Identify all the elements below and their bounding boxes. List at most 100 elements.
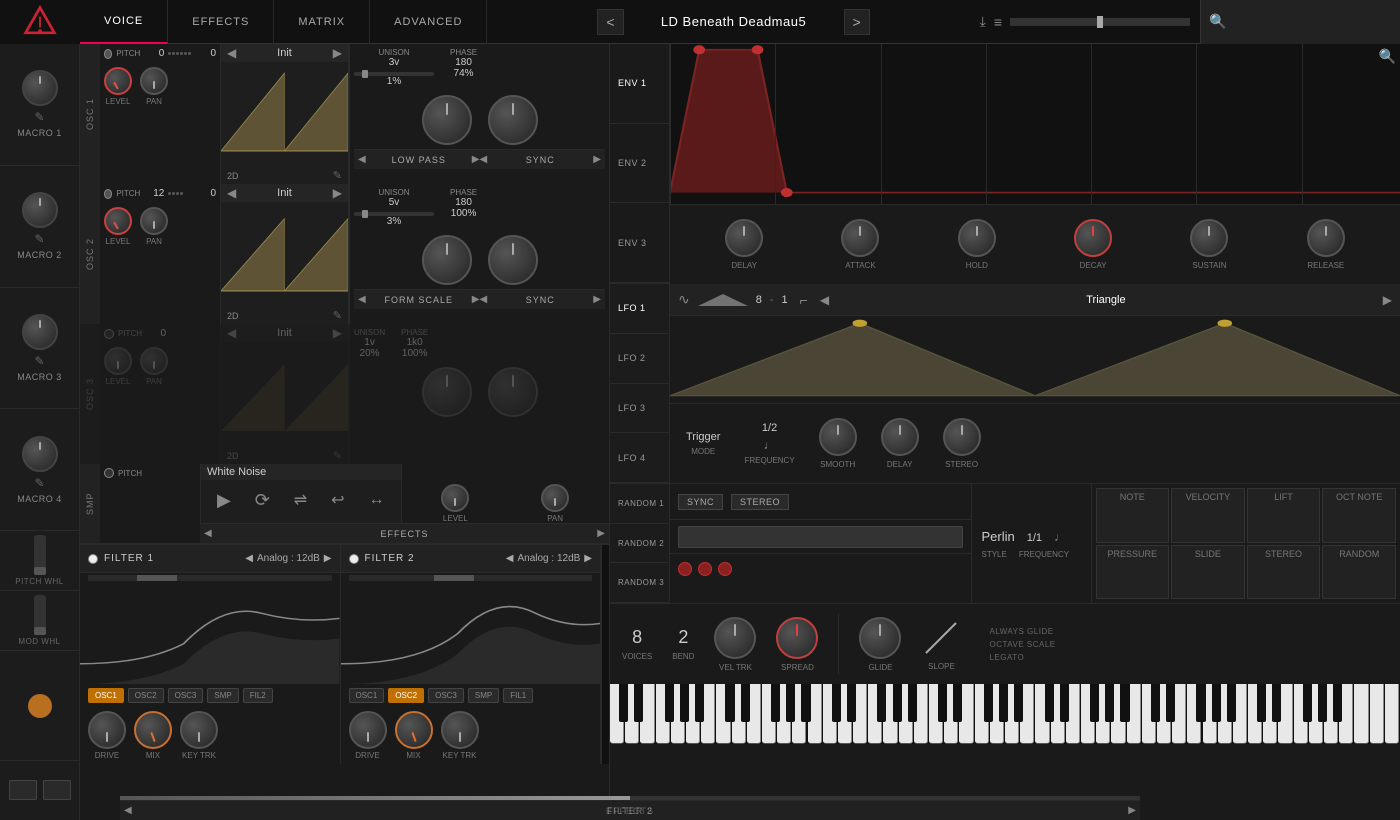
oct-note-btn[interactable]: OCT NOTE <box>1322 488 1396 543</box>
osc-1-sync-next[interactable]: ▶ <box>593 154 601 165</box>
lfo-shape-prev[interactable]: ◀ <box>820 293 829 307</box>
tab-effects[interactable]: EFFECTS <box>168 0 274 44</box>
spread-knob[interactable] <box>776 617 818 659</box>
mod-wheel[interactable]: MOD WHL <box>0 591 79 651</box>
osc-1-level-knob[interactable] <box>104 67 132 95</box>
filter-2-type-prev[interactable]: ◀ <box>506 553 514 564</box>
stereo-btn[interactable]: STEREO <box>1247 545 1321 600</box>
random-btn[interactable]: RANDOM <box>1322 545 1396 600</box>
next-preset-btn[interactable]: > <box>844 9 870 35</box>
filter-scrollbar[interactable] <box>601 545 609 764</box>
osc-1-wave-next[interactable]: ▶ <box>333 46 342 60</box>
octave-scale-opt[interactable]: OCTAVE SCALE <box>989 640 1055 649</box>
osc-2-sync-next[interactable]: ▶ <box>593 294 601 305</box>
piano-black-key[interactable] <box>1060 684 1069 722</box>
filter-1-fil2-btn[interactable]: FIL2 <box>243 688 273 703</box>
piano-black-key[interactable] <box>1090 684 1099 722</box>
piano-black-key[interactable] <box>1272 684 1281 722</box>
osc-1-lp-next[interactable]: ▶ <box>472 154 480 165</box>
piano-black-key[interactable] <box>1045 684 1054 722</box>
osc-2-edit-icon[interactable]: ✎ <box>333 309 342 322</box>
env-sustain-knob[interactable] <box>1190 219 1228 257</box>
env-delay-knob[interactable] <box>725 219 763 257</box>
osc-2-active-dot[interactable] <box>104 189 112 199</box>
env-search-icon[interactable]: 🔍 <box>1379 48 1396 65</box>
lfo-4-label[interactable]: LFO 4 <box>610 433 669 483</box>
piano-black-key[interactable] <box>695 684 704 722</box>
filter-2-display-slider[interactable] <box>349 575 593 581</box>
env-hold-knob[interactable] <box>958 219 996 257</box>
pitch-wheel-slider[interactable] <box>34 535 46 575</box>
smp-expand-icon[interactable]: ↔ <box>368 491 384 509</box>
osc-2-pan-knob[interactable] <box>140 207 168 235</box>
piano-black-key[interactable] <box>1212 684 1221 722</box>
filter-1-osc2-btn[interactable]: OSC2 <box>128 688 164 703</box>
filter-1-drive-knob[interactable] <box>88 711 126 749</box>
osc-3-wave-prev[interactable]: ◀ <box>227 326 236 340</box>
tab-matrix[interactable]: MATRIX <box>274 0 370 44</box>
filter-2-osc2-btn[interactable]: OSC2 <box>388 688 424 703</box>
prev-preset-btn[interactable]: < <box>597 9 623 35</box>
piano-black-key[interactable] <box>893 684 902 722</box>
lfo-shape-next[interactable]: ▶ <box>1383 293 1392 307</box>
random-dot-2[interactable] <box>698 562 712 576</box>
piano-black-key[interactable] <box>1166 684 1175 722</box>
filter-2-osc3-btn[interactable]: OSC3 <box>428 688 464 703</box>
piano-black-key[interactable] <box>725 684 734 722</box>
osc-2-wave-prev[interactable]: ◀ <box>227 186 236 200</box>
piano-black-key[interactable] <box>741 684 750 722</box>
piano-black-key[interactable] <box>953 684 962 722</box>
piano-black-key[interactable] <box>1014 684 1023 722</box>
piano-black-key[interactable] <box>1333 684 1342 722</box>
filter-1-type-prev[interactable]: ◀ <box>245 553 253 564</box>
smp-filter-next[interactable]: ▶ <box>597 528 605 539</box>
osc-2-sync-prev[interactable]: ◀ <box>480 294 488 305</box>
piano-black-key[interactable] <box>1318 684 1327 722</box>
always-glide-opt[interactable]: ALWAYS GLIDE <box>989 627 1055 636</box>
lfo-1-label[interactable]: LFO 1 <box>610 284 669 334</box>
random-stereo-btn[interactable]: STEREO <box>731 494 789 510</box>
filter-2-smp-btn[interactable]: SMP <box>468 688 499 703</box>
random-2-label[interactable]: RANDOM 2 <box>610 524 669 564</box>
glide-knob[interactable] <box>859 617 901 659</box>
osc-1-unison-slider[interactable] <box>354 72 434 76</box>
macro-2-edit-icon[interactable]: ✎ <box>34 232 44 246</box>
piano-black-key[interactable] <box>1120 684 1129 722</box>
filter-1-display-slider[interactable] <box>88 575 332 581</box>
menu-icon[interactable]: ≡ <box>994 14 1002 30</box>
piano-black-key[interactable] <box>771 684 780 722</box>
piano-black-key[interactable] <box>1196 684 1205 722</box>
pitch-wheel[interactable]: PITCH WHL <box>0 531 79 591</box>
piano-white-key[interactable] <box>1354 684 1368 744</box>
macro-1-knob[interactable] <box>22 70 58 106</box>
macro-2-knob[interactable] <box>22 192 58 228</box>
piano-black-key[interactable] <box>786 684 795 722</box>
smp-export-icon[interactable]: ↩ <box>331 490 344 510</box>
note-btn[interactable]: NOTE <box>1096 488 1170 543</box>
filter-2-type-next[interactable]: ▶ <box>584 553 592 564</box>
env-2-label[interactable]: ENV 2 <box>610 124 669 204</box>
osc-1-lp-prev[interactable]: ◀ <box>358 154 366 165</box>
piano-black-key[interactable] <box>801 684 810 722</box>
smp-play-icon[interactable]: ▶ <box>217 490 231 511</box>
piano-white-key[interactable] <box>1370 684 1384 744</box>
smp-filter-prev[interactable]: ◀ <box>204 528 212 539</box>
piano-black-key[interactable] <box>665 684 674 722</box>
piano-black-key[interactable] <box>1151 684 1160 722</box>
smp-active-dot[interactable] <box>104 468 114 478</box>
osc-1-active-dot[interactable] <box>104 49 112 59</box>
osc-2-big-knob-2[interactable] <box>488 235 538 285</box>
env-attack-knob[interactable] <box>841 219 879 257</box>
lfo-smooth-knob[interactable] <box>819 418 857 456</box>
piano-keys[interactable]: // Inline script to generate piano keys … <box>610 684 1400 744</box>
export-icon[interactable]: ⤓ <box>980 13 986 30</box>
smp-pan-knob[interactable] <box>541 484 569 512</box>
osc-2-lp-next[interactable]: ▶ <box>472 294 480 305</box>
env-3-label[interactable]: ENV 3 <box>610 203 669 283</box>
filter-1-mix-knob[interactable] <box>134 711 172 749</box>
osc-1-big-knob-1[interactable] <box>422 95 472 145</box>
piano-black-key[interactable] <box>847 684 856 722</box>
lfo-stereo-knob[interactable] <box>943 418 981 456</box>
slide-btn[interactable]: SLIDE <box>1171 545 1245 600</box>
osc-1-wave-prev[interactable]: ◀ <box>227 46 236 60</box>
